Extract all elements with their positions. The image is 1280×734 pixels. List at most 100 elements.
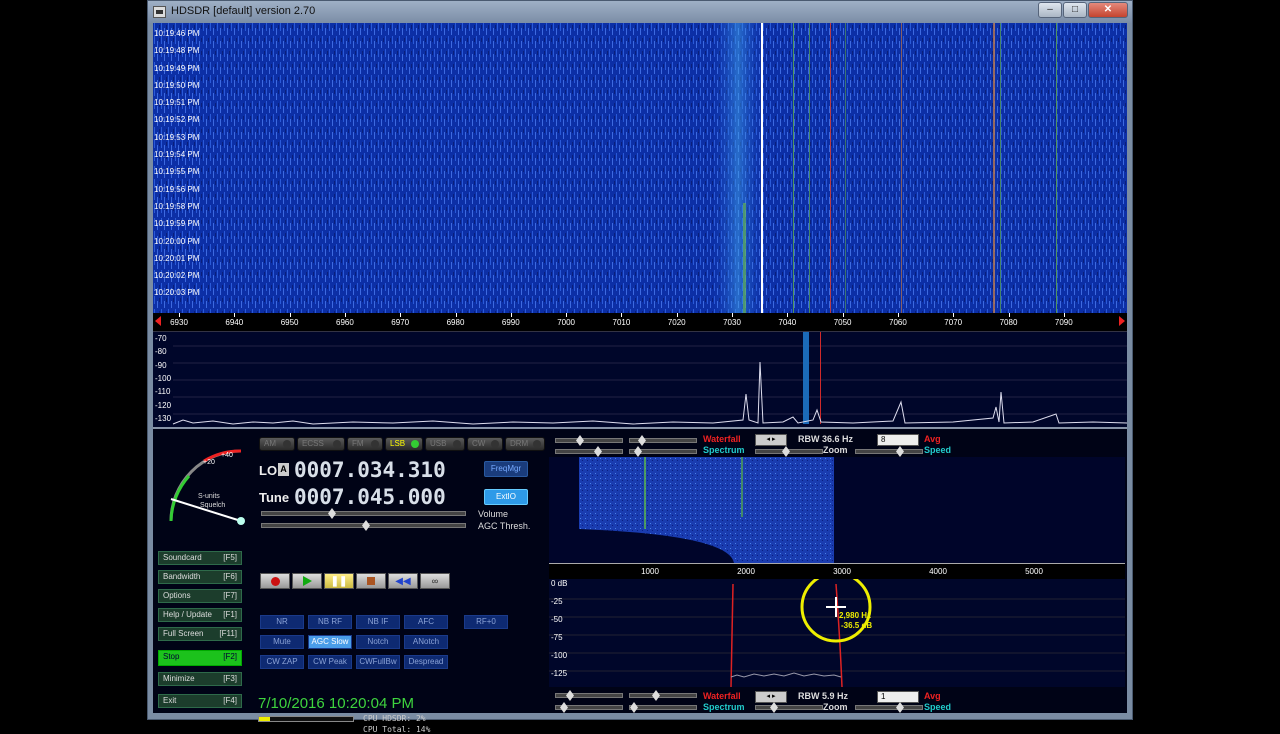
side-button-full-screen[interactable]: Full Screen [F11] (158, 627, 242, 641)
bottom-avg-dropdown[interactable]: 1 (877, 691, 919, 703)
spectrum-slider-2[interactable] (629, 446, 697, 457)
zoom-frequency-axis[interactable]: 1000 2000 3000 4000 5000 (549, 563, 1125, 579)
zoom-waterfall-canvas (579, 457, 834, 563)
mode-button-usb[interactable]: USB (425, 437, 465, 451)
side-button-key: [F2] (223, 652, 237, 661)
spectrum-slider-1[interactable] (555, 446, 623, 457)
dsp-button-nb-rf[interactable]: NB RF (308, 615, 352, 629)
minimize-window-button[interactable]: – (1038, 2, 1062, 18)
side-button-key: [F6] (223, 572, 237, 581)
bottom-speed-slider[interactable] (855, 702, 923, 713)
play-button[interactable] (292, 573, 322, 589)
bottom-spectrum-slider-1[interactable] (555, 702, 623, 713)
freq-tick (732, 313, 733, 317)
waterfall-slider-1[interactable] (555, 435, 623, 446)
freq-label: 7050 (833, 318, 852, 327)
freq-label: 7010 (612, 318, 631, 327)
hdsdr-app-icon (153, 6, 166, 18)
freq-tick (897, 313, 899, 317)
zoom-db-label: -75 (551, 633, 563, 642)
freq-tick (400, 313, 402, 317)
side-button-options[interactable]: Options [F7] (158, 589, 242, 603)
mode-button-cw[interactable]: CW (467, 437, 503, 451)
agc-threshold-slider[interactable] (261, 520, 466, 531)
record-button[interactable] (260, 573, 290, 589)
freq-label: 6960 (335, 318, 354, 327)
dsp-button-rf-0[interactable]: RF+0 (464, 615, 508, 629)
dsp-button-anotch[interactable]: ANotch (404, 635, 448, 649)
dsp-button-cw-zap[interactable]: CW ZAP (260, 655, 304, 669)
rewind-button[interactable]: ◀◀ (388, 573, 418, 589)
waterfall-time-label: 10:19:54 PM (154, 150, 200, 160)
zoom-freq-label: 1000 (641, 567, 659, 576)
top-rbw-spinner[interactable]: ◂ ▸ (755, 434, 787, 446)
loop-button[interactable]: ∞ (420, 573, 450, 589)
side-button-bandwidth[interactable]: Bandwidth [F6] (158, 570, 242, 584)
mode-button-lsb[interactable]: LSB (385, 437, 423, 451)
waterfall-slider-2[interactable] (629, 435, 697, 446)
top-zoom-slider[interactable] (755, 446, 823, 457)
side-button-exit[interactable]: Exit [F4] (158, 694, 242, 708)
volume-slider[interactable] (261, 508, 466, 519)
close-window-button[interactable]: ✕ (1088, 2, 1128, 18)
title-bar[interactable]: HDSDR [default] version 2.70 – □ ✕ (148, 1, 1132, 23)
mode-button-ecss[interactable]: ECSS (297, 437, 345, 451)
bottom-zoom-slider[interactable] (755, 702, 823, 713)
freq-tick (621, 313, 623, 317)
dsp-button-cwfullbw[interactable]: CWFullBw (356, 655, 400, 669)
side-button-minimize[interactable]: Minimize [F3] (158, 672, 242, 686)
side-button-label: Minimize (163, 674, 195, 683)
tune-frequency-display[interactable]: 0007.045.000 (294, 485, 446, 509)
mode-button-fm[interactable]: FM (347, 437, 383, 451)
scroll-right-icon[interactable] (1119, 316, 1125, 326)
stop-playback-button[interactable] (356, 573, 386, 589)
bottom-spectrum-slider-2[interactable] (629, 702, 697, 713)
mode-button-drm[interactable]: DRM (505, 437, 545, 451)
waterfall-time-label: 10:19:50 PM (154, 80, 200, 90)
freq-tick (344, 313, 346, 317)
zoom-waterfall[interactable] (549, 457, 1125, 563)
extio-button[interactable]: ExtIO (484, 489, 528, 505)
side-button-soundcard[interactable]: Soundcard [F5] (158, 551, 242, 565)
top-waterfall-label: Waterfall (703, 434, 741, 444)
dsp-button-cw-peak[interactable]: CW Peak (308, 655, 352, 669)
lo-frequency-display[interactable]: 0007.034.310 (294, 458, 446, 482)
freq-label: 7060 (888, 318, 907, 327)
freq-label: 7080 (999, 318, 1018, 327)
dsp-button-afc[interactable]: AFC (404, 615, 448, 629)
zoom-spectrum[interactable]: 0 dB -25 -50 -75 -100 -125 2,980 Hz -36.5 dB (549, 579, 1125, 687)
squelch-label: Squelch (200, 502, 226, 509)
dsp-button-mute[interactable]: Mute (260, 635, 304, 649)
freqmgr-button[interactable]: FreqMgr (484, 461, 528, 477)
dsp-button-nb-if[interactable]: NB IF (356, 615, 400, 629)
freq-tick (566, 313, 568, 317)
mode-button-am[interactable]: AM (259, 437, 295, 451)
dsp-button-despread[interactable]: Despread (404, 655, 448, 669)
pause-button[interactable]: ❚❚ (324, 573, 354, 589)
side-button-stop[interactable]: Stop [F2] (158, 650, 242, 666)
dsp-button-notch[interactable]: Notch (356, 635, 400, 649)
vfo-a-button[interactable]: A (278, 463, 289, 476)
freq-tick (676, 313, 678, 317)
freq-label: 6930 (170, 318, 188, 327)
bottom-rbw-spinner[interactable]: ◂ ▸ (755, 691, 787, 703)
top-avg-label: Avg (924, 434, 941, 444)
scroll-left-icon[interactable] (155, 316, 161, 326)
maximize-window-button[interactable]: □ (1063, 2, 1087, 18)
bottom-waterfall-slider-2[interactable] (629, 690, 697, 701)
zoom-db-label: -100 (551, 651, 568, 660)
freq-tick (234, 313, 236, 317)
waterfall-display[interactable]: 10:19:46 PM 10:19:48 PM 10:19:49 PM 10:19:5… (153, 23, 1127, 313)
dsp-button-nr[interactable]: NR (260, 615, 304, 629)
top-avg-dropdown[interactable]: 8 (877, 434, 919, 446)
spectrum-display[interactable]: -70 -80 -90 -100 -110 -120 -130 (153, 331, 1127, 427)
clock-display: 7/10/2016 10:20:04 PM (258, 695, 414, 712)
waterfall-time-label: 10:20:00 PM (154, 236, 200, 246)
side-button-help-update[interactable]: Help / Update [F1] (158, 608, 242, 622)
pause-icon: ❚❚ (330, 575, 348, 587)
frequency-axis[interactable]: 6930 6940 6950 6960 6970 6980 6990 7000 7010 7020… (153, 313, 1127, 331)
dsp-button-agc-slow[interactable]: AGC Slow (308, 635, 352, 649)
top-speed-slider[interactable] (855, 446, 923, 457)
bottom-waterfall-slider-1[interactable] (555, 690, 623, 701)
freq-label: 6940 (225, 318, 244, 327)
